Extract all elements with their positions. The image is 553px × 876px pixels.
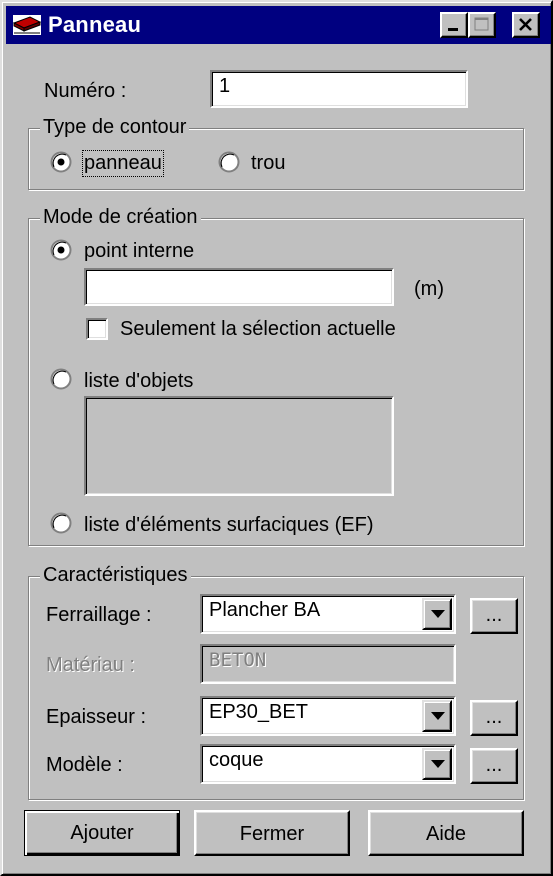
chevron-down-icon <box>431 760 445 768</box>
type-contour-title: Type de contour <box>40 116 190 139</box>
radio-liste-elements[interactable] <box>50 512 72 534</box>
panel-slab-icon <box>12 15 42 35</box>
radio-trou[interactable] <box>218 151 240 173</box>
epaisseur-dropdown-button[interactable] <box>422 700 452 732</box>
selection-checkbox-label[interactable]: Seulement la sélection actuelle <box>120 318 396 341</box>
radio-panneau[interactable] <box>50 151 72 173</box>
ferraillage-select[interactable]: Plancher BA <box>200 594 456 634</box>
epaisseur-select[interactable]: EP30_BET <box>200 696 456 736</box>
materiau-label: Matériau : <box>46 654 135 676</box>
numero-input[interactable]: 1 <box>210 70 468 108</box>
chevron-down-icon <box>431 610 445 618</box>
radio-point-interne-label[interactable]: point interne <box>84 240 194 263</box>
modele-select[interactable]: coque <box>200 744 456 784</box>
epaisseur-browse-button[interactable]: ... <box>470 700 518 736</box>
mode-creation-title: Mode de création <box>40 206 201 229</box>
epaisseur-label: Epaisseur : <box>46 706 147 728</box>
epaisseur-value: EP30_BET <box>209 701 308 723</box>
window-title: Panneau <box>48 12 142 37</box>
modele-dropdown-button[interactable] <box>422 748 452 780</box>
maximize-button[interactable] <box>468 12 496 38</box>
radio-trou-label[interactable]: trou <box>251 152 285 175</box>
caracteristiques-title: Caractéristiques <box>40 564 191 587</box>
ferraillage-browse-button[interactable]: ... <box>470 598 518 634</box>
chevron-down-icon <box>431 712 445 720</box>
ajouter-button[interactable]: Ajouter <box>24 810 180 856</box>
unit-label: (m) <box>414 278 444 300</box>
aide-button[interactable]: Aide <box>368 810 524 856</box>
point-interne-input[interactable] <box>84 268 394 306</box>
fermer-button[interactable]: Fermer <box>194 810 350 856</box>
ferraillage-dropdown-button[interactable] <box>422 598 452 630</box>
selection-checkbox[interactable] <box>86 318 108 340</box>
modele-value: coque <box>209 749 264 771</box>
title-bar[interactable]: Panneau <box>6 6 551 44</box>
modele-label: Modèle : <box>46 754 123 776</box>
radio-panneau-label[interactable]: panneau <box>82 150 164 177</box>
radio-liste-elements-label[interactable]: liste d'éléments surfaciques (EF) <box>84 514 373 537</box>
numero-label: Numéro : <box>44 80 127 102</box>
close-button[interactable] <box>512 12 540 38</box>
ferraillage-label: Ferraillage : <box>46 604 152 626</box>
materiau-input: BETON <box>200 644 456 684</box>
radio-liste-objets[interactable] <box>50 368 72 390</box>
maximize-icon <box>474 17 489 31</box>
liste-objets-input[interactable] <box>84 396 394 496</box>
ferraillage-value: Plancher BA <box>209 599 321 621</box>
modele-browse-button[interactable]: ... <box>470 748 518 784</box>
dialog-window: Panneau Numéro : 1 Type de contour panne… <box>0 0 553 876</box>
radio-liste-objets-label[interactable]: liste d'objets <box>84 370 193 393</box>
minimize-button[interactable] <box>440 12 468 38</box>
close-icon <box>519 18 532 31</box>
radio-point-interne[interactable] <box>50 239 72 261</box>
minimize-icon <box>448 28 458 31</box>
